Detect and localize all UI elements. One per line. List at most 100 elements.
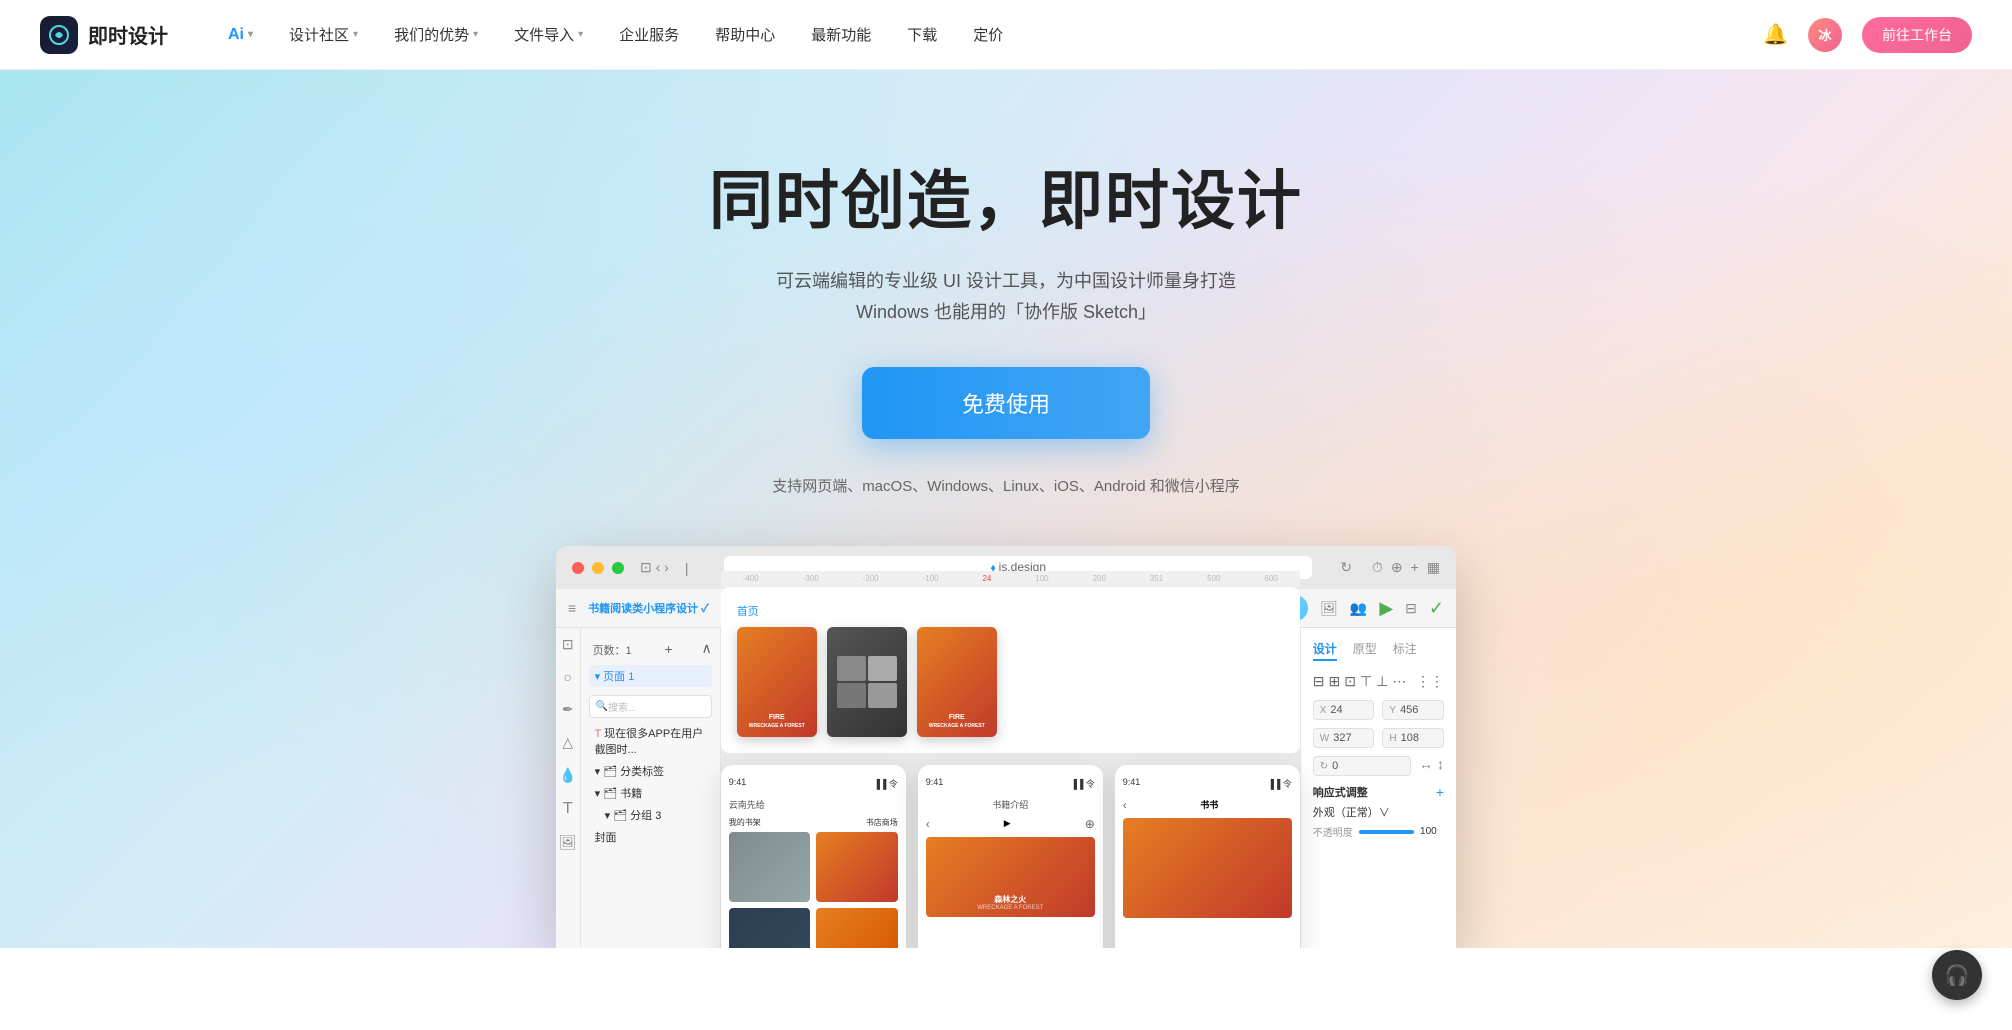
rotate-input[interactable]: ↻ 0 xyxy=(1313,756,1411,776)
nav-ai[interactable]: Ai ▾ xyxy=(228,26,253,44)
app-body: ⊡ ○ ✒ △ 💧 T 🖼 页数：1 + ∧ ▾ 页面 1 xyxy=(556,628,1456,948)
opacity-label: 不透明度 xyxy=(1313,824,1353,839)
play-icon: ▶ xyxy=(1379,598,1393,619)
panel-tabs: 设计 原型 标注 xyxy=(1313,640,1444,661)
maximize-dot xyxy=(612,562,624,574)
y-input[interactable]: Y 456 xyxy=(1382,700,1444,720)
avatar[interactable]: 冰 xyxy=(1808,18,1842,52)
collapse-icon[interactable]: ∧ xyxy=(702,640,712,657)
left-toolbar: ⊡ ○ ✒ △ 💧 T 🖼 xyxy=(556,628,581,948)
text-node-icon: T xyxy=(595,728,605,740)
phone-share-icon: ⊕ xyxy=(1085,817,1095,831)
sidebar-item-3[interactable]: ▾ 🗂 书籍 xyxy=(589,782,712,804)
search-icon: 🔍 xyxy=(596,701,608,712)
responsive-header: 响应式调整 + xyxy=(1313,784,1444,800)
h-input[interactable]: H 108 xyxy=(1382,728,1444,748)
book-card-2 xyxy=(827,627,907,737)
dropper-icon[interactable]: 💧 xyxy=(559,767,576,784)
flip-h-icon[interactable]: ↔ xyxy=(1419,756,1433,776)
phone-mocks-row: 9:41 ▐▐ 令 云南先给 我的书架 书店商场 xyxy=(721,765,1300,949)
pages-label: 页数：1 xyxy=(589,642,636,658)
nav-pricing[interactable]: 定价 xyxy=(973,24,1003,45)
phone-3-title: 书书 xyxy=(1127,798,1292,811)
circle-icon[interactable]: ○ xyxy=(564,669,572,685)
rotate-row: ↻ 0 ↔ ↕ xyxy=(1313,756,1444,776)
flip-v-icon[interactable]: ↕ xyxy=(1437,756,1444,776)
help-button[interactable]: 🎧 xyxy=(1932,950,1982,1000)
layout-icon: ⊟ xyxy=(1405,600,1417,617)
hero-title: 同时创造，即时设计 xyxy=(709,150,1303,242)
responsive-title: 响应式调整 xyxy=(1313,784,1368,800)
appearance-row: 外观（正常）∨ xyxy=(1313,804,1444,820)
sidebar-search[interactable]: 🔍 搜索... xyxy=(589,695,712,718)
x-input[interactable]: X 24 xyxy=(1313,700,1375,720)
people-icon: 👥 xyxy=(1350,600,1367,617)
phone-3-cover xyxy=(1123,818,1292,918)
pen-icon[interactable]: ✒ xyxy=(562,701,574,718)
book-card-3: FIREWRECKAGE A FOREST xyxy=(917,627,997,737)
logo[interactable]: 即时设计 xyxy=(40,16,168,54)
photo-icon: 🖼 xyxy=(1320,600,1338,617)
folder-icon: ▾ 🗂 xyxy=(595,766,621,778)
align-top-icon[interactable]: ⊤ xyxy=(1360,673,1372,690)
tab-prototype[interactable]: 原型 xyxy=(1353,640,1377,661)
page-item-1[interactable]: ▾ 页面 1 xyxy=(589,665,712,687)
add-responsive-icon[interactable]: + xyxy=(1436,784,1444,800)
sidebar-item-4[interactable]: ▾ 🗂 分组 3 xyxy=(589,804,712,826)
free-use-button[interactable]: 免费使用 xyxy=(862,367,1150,439)
app-canvas: -400-300-200-10024100200351500600 首页 FIR… xyxy=(721,628,1300,948)
nav-help[interactable]: 帮助中心 xyxy=(715,24,775,45)
window-controls: ⊡ ‹ › xyxy=(640,559,669,576)
triangle-icon[interactable]: △ xyxy=(562,734,573,751)
goto-workspace-button[interactable]: 前往工作台 xyxy=(1862,17,1972,53)
menu-icon: ≡ xyxy=(568,600,576,616)
nav-advantages[interactable]: 我们的优势 ▾ xyxy=(394,24,478,45)
align-bottom-icon[interactable]: ⋯ xyxy=(1392,673,1406,690)
distribute-icon[interactable]: ⋮⋮ xyxy=(1416,673,1444,690)
align-center-icon[interactable]: ⊞ xyxy=(1328,673,1340,690)
tab-design[interactable]: 设计 xyxy=(1313,640,1337,661)
grid-icon: ▦ xyxy=(1427,559,1440,576)
phone-2-play-icon: ▶ xyxy=(930,818,1085,829)
tab-annotation[interactable]: 标注 xyxy=(1393,640,1417,661)
book-card-1: FIREWRECKAGE A FOREST xyxy=(737,627,817,737)
align-left-icon[interactable]: ⊟ xyxy=(1313,673,1325,690)
phone-2-book-cover: 森林之火 WRECKAGE A FOREST xyxy=(926,837,1095,917)
phone-2-title: 书籍介绍 xyxy=(926,798,1095,811)
frame-content: 首页 FIREWRECKAGE A FOREST xyxy=(721,587,1300,753)
select-icon[interactable]: ⊡ xyxy=(562,636,574,653)
nav-import[interactable]: 文件导入 ▾ xyxy=(514,24,583,45)
sidebar-item-2[interactable]: ▾ 🗂 分类标签 xyxy=(589,760,712,782)
nav-enterprise[interactable]: 企业服务 xyxy=(619,24,679,45)
bell-icon[interactable]: 🔔 xyxy=(1763,22,1788,47)
navbar: 即时设计 Ai ▾ 设计社区 ▾ 我们的优势 ▾ 文件导入 ▾ 企业服务 帮助中… xyxy=(0,0,2012,70)
nav-design-community[interactable]: 设计社区 ▾ xyxy=(289,24,358,45)
book-cards: FIREWRECKAGE A FOREST xyxy=(737,627,1284,737)
phone-3-nav: ‹ 书书 xyxy=(1123,798,1292,812)
phone-book-4 xyxy=(816,908,898,949)
opacity-slider[interactable] xyxy=(1359,830,1414,834)
minimize-dot xyxy=(592,562,604,574)
align-middle-icon[interactable]: ⊥ xyxy=(1376,673,1388,690)
image-icon[interactable]: 🖼 xyxy=(559,834,577,851)
hero-subtitle: 可云端编辑的专业级 UI 设计工具，为中国设计师量身打造 Windows 也能用… xyxy=(709,266,1303,327)
add-page-icon[interactable]: + xyxy=(665,641,673,657)
logo-icon xyxy=(40,16,78,54)
nav-links: Ai ▾ 设计社区 ▾ 我们的优势 ▾ 文件导入 ▾ 企业服务 帮助中心 最新功… xyxy=(228,24,1763,45)
canvas-content: -400-300-200-10024100200351500600 首页 FIR… xyxy=(721,587,1300,949)
phone-2-nav: ‹ ▶ ⊕ xyxy=(926,817,1095,831)
nav-features[interactable]: 最新功能 xyxy=(811,24,871,45)
logo-text: 即时设计 xyxy=(88,20,168,49)
hero-content: 同时创造，即时设计 可云端编辑的专业级 UI 设计工具，为中国设计师量身打造 W… xyxy=(709,150,1303,496)
headphones-icon: 🎧 xyxy=(1945,963,1970,988)
text-icon[interactable]: T xyxy=(563,800,573,818)
close-dot xyxy=(572,562,584,574)
nav-download[interactable]: 下载 xyxy=(907,24,937,45)
align-right-icon[interactable]: ⊡ xyxy=(1344,673,1356,690)
appearance-label[interactable]: 外观（正常）∨ xyxy=(1313,804,1390,820)
sidebar-item-1[interactable]: T 现在很多APP在用户截图时... xyxy=(589,722,712,760)
xy-row: X 24 Y 456 xyxy=(1313,700,1444,720)
sidebar-item-5[interactable]: 封面 xyxy=(589,826,712,848)
w-input[interactable]: W 327 xyxy=(1313,728,1375,748)
phone-1-labels: 我的书架 书店商场 xyxy=(729,817,898,828)
